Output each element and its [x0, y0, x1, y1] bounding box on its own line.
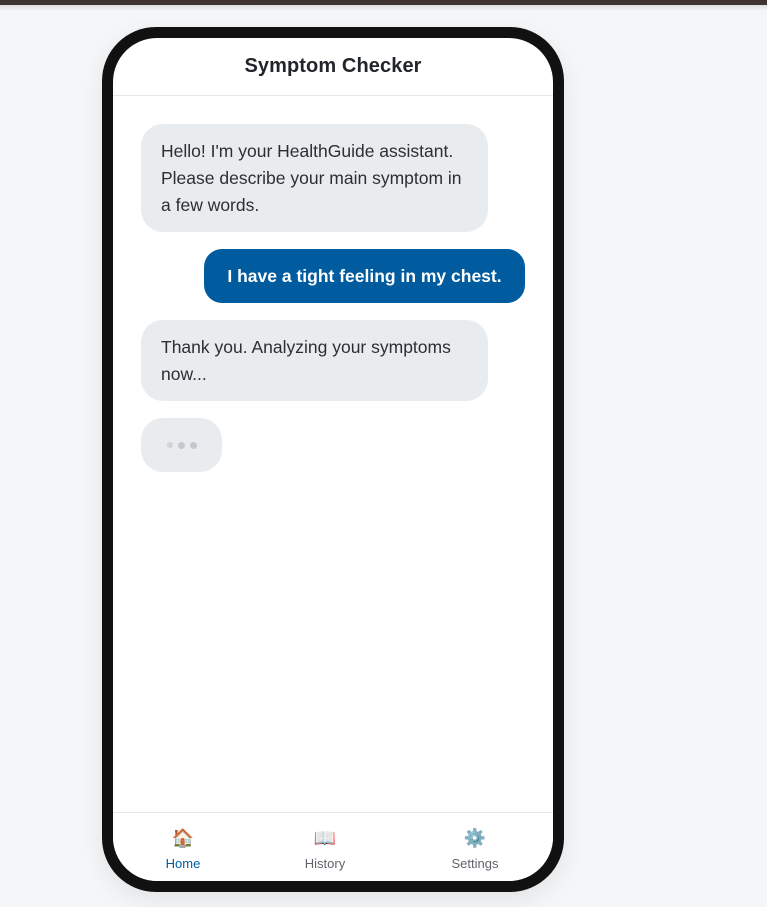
typing-dot [189, 441, 197, 449]
gear-icon: ⚙️ [463, 828, 487, 848]
nav-item-home[interactable]: 🏠 Home [128, 813, 238, 881]
nav-label-home: Home [165, 856, 201, 871]
nav-label-history: History [304, 856, 346, 871]
home-icon: 🏠 [171, 828, 195, 848]
app-header: Symptom Checker [113, 38, 553, 96]
nav-item-history[interactable]: 📖 History [270, 813, 380, 881]
nav-item-settings[interactable]: ⚙️ Settings [420, 813, 530, 881]
book-icon: 📖 [313, 828, 337, 848]
page-title: Symptom Checker [244, 55, 422, 77]
phone-frame: Symptom Checker Hello! I'm your HealthGu… [102, 27, 564, 892]
top-bar-shadow [0, 5, 767, 11]
typing-dot [177, 441, 185, 449]
typing-indicator [141, 418, 222, 472]
bottom-nav: 🏠 Home 📖 History ⚙️ Settings [113, 812, 553, 881]
phone-screen: Symptom Checker Hello! I'm your HealthGu… [113, 38, 553, 881]
bot-message-bubble: Thank you. Analyzing your symptoms now..… [141, 320, 488, 401]
nav-label-settings: Settings [451, 856, 499, 871]
bot-message-bubble: Hello! I'm your HealthGuide assistant. P… [141, 124, 488, 232]
typing-dot [166, 442, 173, 448]
user-message-bubble: I have a tight feeling in my chest. [204, 249, 525, 303]
